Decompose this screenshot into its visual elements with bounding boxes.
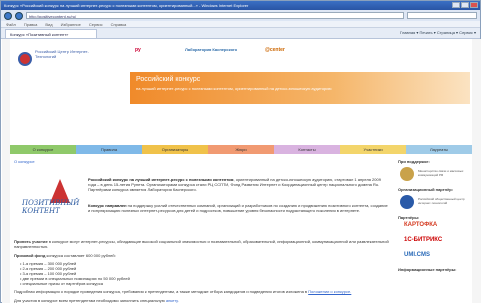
hero-banner: Российский конкурс на лучший интернет-ре… — [130, 72, 470, 104]
site-logo[interactable]: Российский Центр Интернет-Технологий — [16, 47, 96, 71]
regulations-link[interactable]: Положении о конкурсе. — [308, 289, 351, 294]
nav-item-jury[interactable]: Жюри — [208, 145, 274, 154]
banner-subtitle: на лучший интернет-ресурс с полезными ко… — [136, 86, 332, 91]
partner-logo-kartofka[interactable]: КАРТОФКА — [398, 222, 470, 234]
nav-item-participants[interactable]: Участники — [340, 145, 406, 154]
address-bar: http://positivecontent.ru/ru/ — [1, 10, 480, 21]
sidebar-title-partners: Партнёры: — [398, 215, 420, 220]
prize-list: • 1-я премия – 300 000 рублей • 2-я прем… — [20, 261, 398, 286]
site-container: Российский Центр Интернет-Технологий ру … — [10, 39, 472, 303]
search-input[interactable] — [407, 12, 477, 19]
menu-favorites[interactable]: Избранное — [61, 22, 81, 27]
forward-icon[interactable] — [15, 11, 23, 20]
command-bar[interactable]: Главная ▾ Печать ▾ Страница ▾ Сервис ▾ — [400, 30, 476, 35]
maximize-button[interactable] — [461, 2, 469, 8]
logo-icon — [18, 52, 32, 66]
menu-tools[interactable]: Сервис — [89, 22, 103, 27]
emblem-icon — [400, 167, 414, 181]
contest-poster: ПОЗИТИВНЫЙ КОНТЕНТ — [14, 177, 84, 237]
close-button[interactable] — [470, 2, 478, 8]
nav-item-organizers[interactable]: Организаторы — [142, 145, 208, 154]
breadcrumb[interactable]: О конкурсе — [10, 157, 395, 166]
poster-text: ПОЗИТИВНЫЙ КОНТЕНТ — [22, 199, 80, 215]
more-text: Подробная информация о порядке проведени… — [14, 289, 308, 294]
nav-item-rules[interactable]: Правила — [76, 145, 142, 154]
menu-file[interactable]: Файл — [6, 22, 16, 27]
more-paragraph: Подробная информация о порядке проведени… — [14, 289, 392, 294]
form-link[interactable]: анкету. — [166, 298, 179, 303]
logo-text: Российский Центр Интернет-Технологий — [35, 49, 89, 59]
partner-logo-bitrix[interactable]: 1С-БИТРИКС — [398, 237, 470, 249]
sidebar-title-info-partners: Информационные партнёры: — [398, 267, 457, 272]
menu-help[interactable]: Справка — [111, 22, 127, 27]
tab-active[interactable]: Конкурс «Позитивный контент» — [5, 29, 97, 38]
tab-bar: Конкурс «Позитивный контент» Главная ▾ П… — [1, 28, 480, 39]
menu-edit[interactable]: Правка — [24, 22, 38, 27]
banner-title: Российский конкурс — [136, 76, 201, 83]
partner-logo-kaspersky[interactable]: Лаборатория Касперского — [185, 47, 237, 52]
menu-view[interactable]: Вид — [45, 22, 52, 27]
partner-logo-umicms[interactable]: UMI.CMS — [398, 252, 470, 264]
prize-title: Призовой фонд — [14, 253, 46, 258]
window-title: Конкурс «Российский конкурс на лучший ин… — [4, 3, 249, 8]
prize-paragraph: Призовой фонд конкурса составляет 600 00… — [14, 253, 392, 258]
minimize-button[interactable] — [452, 2, 460, 8]
sidebar-org-ministry[interactable]: Министерство связи и массовых коммуникац… — [398, 166, 470, 184]
sidebar-org-center[interactable]: Российский общественный центр интернет-т… — [398, 194, 470, 212]
list-item: • специальные призы от партнёров конкурс… — [20, 281, 103, 286]
back-icon[interactable] — [4, 11, 12, 20]
site-header: Российский Центр Интернет-Технологий ру … — [10, 39, 472, 109]
intro-paragraph: Российский конкурс на лучший интернет-ре… — [88, 177, 388, 192]
deadline-paragraph: Для участия в конкурсе всем претендентам… — [14, 298, 392, 303]
sidebar-title-support: При поддержке: — [398, 159, 430, 164]
browser-window: Конкурс «Российский конкурс на лучший ин… — [0, 0, 481, 303]
nav-item-about[interactable]: О конкурсе — [10, 145, 76, 154]
sidebar: При поддержке: Министерство связи и масс… — [398, 157, 470, 303]
goal-paragraph: Конкурс направлен на поддержку усилий от… — [88, 203, 388, 213]
goal-body: на поддержку усилий отечественных компан… — [88, 203, 388, 213]
main-nav: О конкурсе Правила Организаторы Жюри Кон… — [10, 145, 472, 154]
url-input[interactable]: http://positivecontent.ru/ru/ — [26, 12, 404, 19]
sidebar-title-org-partner: Организационный партнёр: — [398, 187, 454, 192]
nav-item-contacts[interactable]: Контакты — [274, 145, 340, 154]
window-titlebar: Конкурс «Российский конкурс на лучший ин… — [1, 1, 480, 10]
accept-paragraph: Принять участие в конкурсе могут интерне… — [14, 239, 392, 249]
partner-logo-ru[interactable]: ру — [135, 47, 141, 53]
deadline-text: Для участия в конкурсе всем претендентам… — [14, 298, 165, 303]
nav-item-winners[interactable]: Лауреаты — [406, 145, 472, 154]
page-viewport: Российский Центр Интернет-Технологий ру … — [2, 39, 481, 303]
partner-logo-center[interactable]: @center — [265, 47, 285, 53]
menubar: Файл Правка Вид Избранное Сервис Справка — [1, 21, 480, 28]
globe-icon — [400, 195, 414, 209]
prize-body: конкурса составляет 600 000 рублей: — [45, 253, 116, 258]
accept-body: в конкурсе могут интернет-ресурсы, облад… — [14, 239, 389, 249]
main-content: О конкурсе ПОЗИТИВНЫЙ КОНТЕНТ Российский… — [10, 157, 395, 303]
